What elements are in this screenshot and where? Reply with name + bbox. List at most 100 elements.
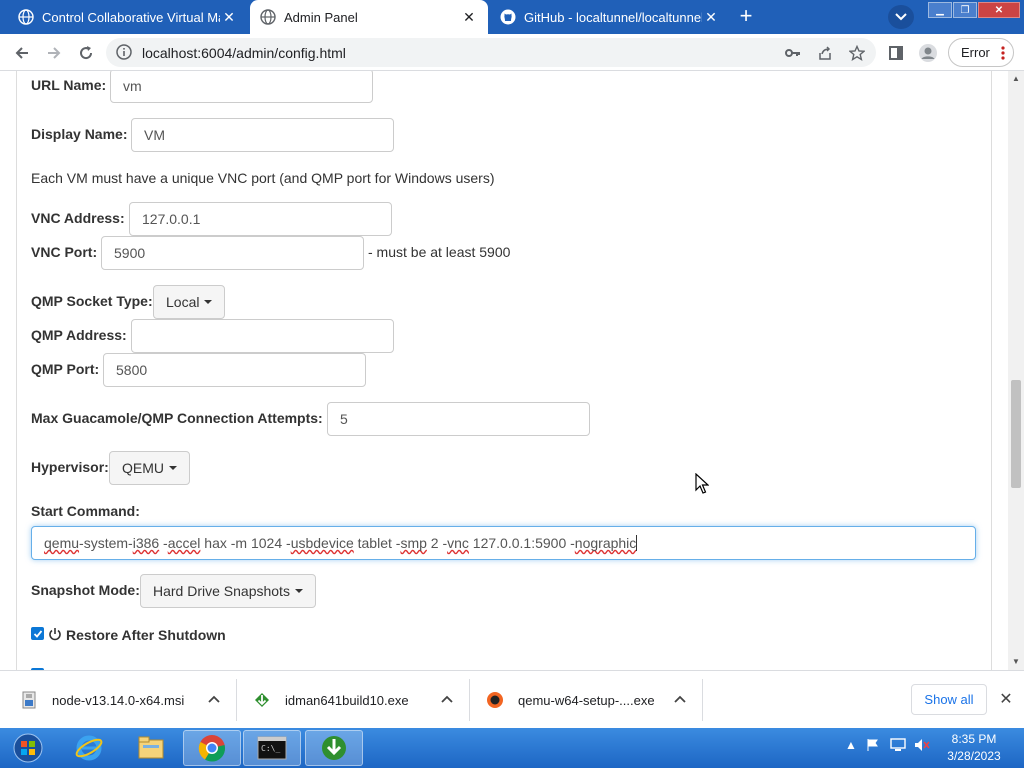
idm-icon	[253, 691, 271, 709]
taskbar-app-idm[interactable]	[305, 730, 363, 766]
minimize-window-button[interactable]: ▁	[928, 2, 952, 18]
network-icon[interactable]	[890, 738, 906, 755]
reload-button[interactable]	[74, 41, 98, 65]
taskbar-app-file-explorer[interactable]	[122, 730, 180, 766]
dropdown-value: Local	[166, 294, 200, 310]
installer-icon	[20, 691, 38, 709]
dropdown-value: QEMU	[122, 460, 164, 476]
download-item[interactable]: idman641build10.exe	[253, 680, 465, 720]
globe-icon	[18, 9, 34, 25]
share-icon[interactable]	[816, 44, 834, 62]
start-button[interactable]	[6, 730, 50, 766]
hypervisor-label: Hypervisor:	[31, 459, 109, 475]
start-command-input[interactable]: qemu-system-i386 -accel hax -m 1024 -usb…	[31, 526, 976, 560]
vnc-note: Each VM must have a unique VNC port (and…	[31, 170, 495, 186]
download-item[interactable]: qemu-w64-setup-....exe	[486, 680, 698, 720]
tab-github-localtunnel[interactable]: GitHub - localtunnel/localtunnel ✕	[490, 0, 730, 34]
side-panel-button[interactable]	[884, 41, 908, 65]
dropdown-value: Hard Drive Snapshots	[153, 583, 290, 599]
vnc-address-label: VNC Address:	[31, 210, 125, 226]
idm-icon	[322, 736, 346, 760]
page-scrollbar[interactable]: ▲ ▼	[1008, 71, 1024, 670]
max-attempts-input[interactable]: 5	[327, 402, 590, 436]
windows-taskbar: C:\_ ▲ 8:35 PM 3/28/2023	[0, 728, 1024, 768]
start-command-text: qemu-system-i386 -accel hax -m 1024 -usb…	[44, 535, 637, 551]
qmp-address-input[interactable]	[131, 319, 394, 353]
qmp-port-input[interactable]: 5800	[103, 353, 366, 387]
tab-admin-panel[interactable]: Admin Panel ✕	[250, 0, 488, 34]
cmd-icon: C:\_	[257, 736, 287, 760]
vnc-address-input[interactable]: 127.0.0.1	[129, 202, 392, 236]
vnc-port-input[interactable]: 5900	[101, 236, 364, 270]
svg-text:C:\_: C:\_	[261, 744, 280, 753]
restore-after-shutdown-checkbox[interactable]	[31, 627, 44, 640]
avatar-icon	[919, 44, 937, 62]
qemu-icon	[486, 691, 504, 709]
scroll-down-icon[interactable]: ▼	[1012, 657, 1020, 666]
show-all-downloads-button[interactable]: Show all	[911, 684, 987, 715]
scrollbar-thumb[interactable]	[1011, 380, 1021, 488]
page-viewport: URL Name: vm Display Name: VM Each VM mu…	[0, 71, 1024, 670]
chevron-down-icon	[895, 8, 907, 26]
taskbar-app-chrome[interactable]	[183, 730, 241, 766]
power-icon	[48, 627, 62, 646]
star-icon[interactable]	[848, 44, 866, 62]
text-caret	[636, 535, 638, 551]
tab-title: Admin Panel	[284, 9, 358, 25]
download-filename: node-v13.14.0-x64.msi	[52, 692, 185, 708]
divider	[236, 679, 237, 721]
back-button[interactable]	[10, 41, 34, 65]
reload-icon	[80, 46, 93, 60]
forward-button[interactable]	[42, 41, 66, 65]
tab-control-collaborative[interactable]: Control Collaborative Virtual Ma ✕	[8, 0, 248, 34]
caret-down-icon	[169, 466, 177, 470]
display-name-input[interactable]: VM	[131, 118, 394, 152]
close-download-shelf-icon[interactable]: ✕	[996, 689, 1016, 709]
scroll-up-icon[interactable]: ▲	[1012, 74, 1020, 83]
info-icon[interactable]	[116, 44, 132, 65]
globe-icon	[260, 9, 276, 25]
key-icon[interactable]	[784, 44, 802, 62]
close-tab-icon[interactable]: ✕	[702, 8, 720, 26]
snapshot-mode-dropdown[interactable]: Hard Drive Snapshots	[140, 574, 316, 608]
chevron-up-icon[interactable]	[208, 692, 220, 706]
new-tab-button[interactable]: +	[734, 5, 758, 28]
url-name-input[interactable]: vm	[110, 71, 373, 103]
hypervisor-dropdown[interactable]: QEMU	[109, 451, 190, 485]
chevron-up-icon[interactable]	[674, 692, 686, 706]
file-explorer-icon	[138, 736, 164, 759]
profile-button[interactable]	[916, 41, 940, 65]
side-panel-icon	[889, 46, 903, 60]
divider	[469, 679, 470, 721]
error-label: Error	[961, 45, 990, 60]
tab-search-button[interactable]	[888, 5, 914, 29]
download-item[interactable]: node-v13.14.0-x64.msi	[20, 680, 232, 720]
browser-tab-strip: Control Collaborative Virtual Ma ✕ Admin…	[0, 0, 1024, 34]
chrome-icon	[198, 735, 225, 762]
close-tab-icon[interactable]: ✕	[460, 8, 478, 26]
caret-down-icon	[294, 589, 303, 593]
system-clock[interactable]: 8:35 PM 3/28/2023	[934, 731, 1014, 765]
vnc-port-hint: - must be at least 5900	[368, 244, 511, 260]
tab-title: Control Collaborative Virtual Ma	[42, 9, 220, 25]
error-menu-button[interactable]: Error	[948, 38, 1014, 67]
address-bar[interactable]: localhost:6004/admin/config.html	[106, 38, 876, 67]
qmp-socket-type-dropdown[interactable]: Local	[153, 285, 226, 319]
clock-time: 8:35 PM	[951, 732, 997, 746]
taskbar-app-internet-explorer[interactable]	[60, 730, 118, 766]
volume-muted-icon[interactable]	[914, 738, 930, 755]
qmp-socket-type-label: QMP Socket Type:	[31, 293, 153, 309]
show-hidden-icons-icon[interactable]: ▲	[845, 738, 857, 752]
action-center-flag-icon[interactable]	[866, 738, 880, 755]
display-name-label: Display Name:	[31, 126, 128, 142]
taskbar-app-command-prompt[interactable]: C:\_	[243, 730, 301, 766]
chevron-up-icon[interactable]	[441, 692, 453, 706]
windows-logo-icon	[13, 733, 43, 763]
close-tab-icon[interactable]: ✕	[220, 8, 238, 26]
qmp-port-label: QMP Port:	[31, 361, 100, 377]
restore-window-button[interactable]: ❐	[953, 2, 977, 18]
internet-explorer-icon	[75, 735, 103, 761]
close-window-button[interactable]: ✕	[978, 2, 1020, 18]
checkmark-icon	[33, 629, 42, 638]
vnc-port-label: VNC Port:	[31, 244, 98, 260]
